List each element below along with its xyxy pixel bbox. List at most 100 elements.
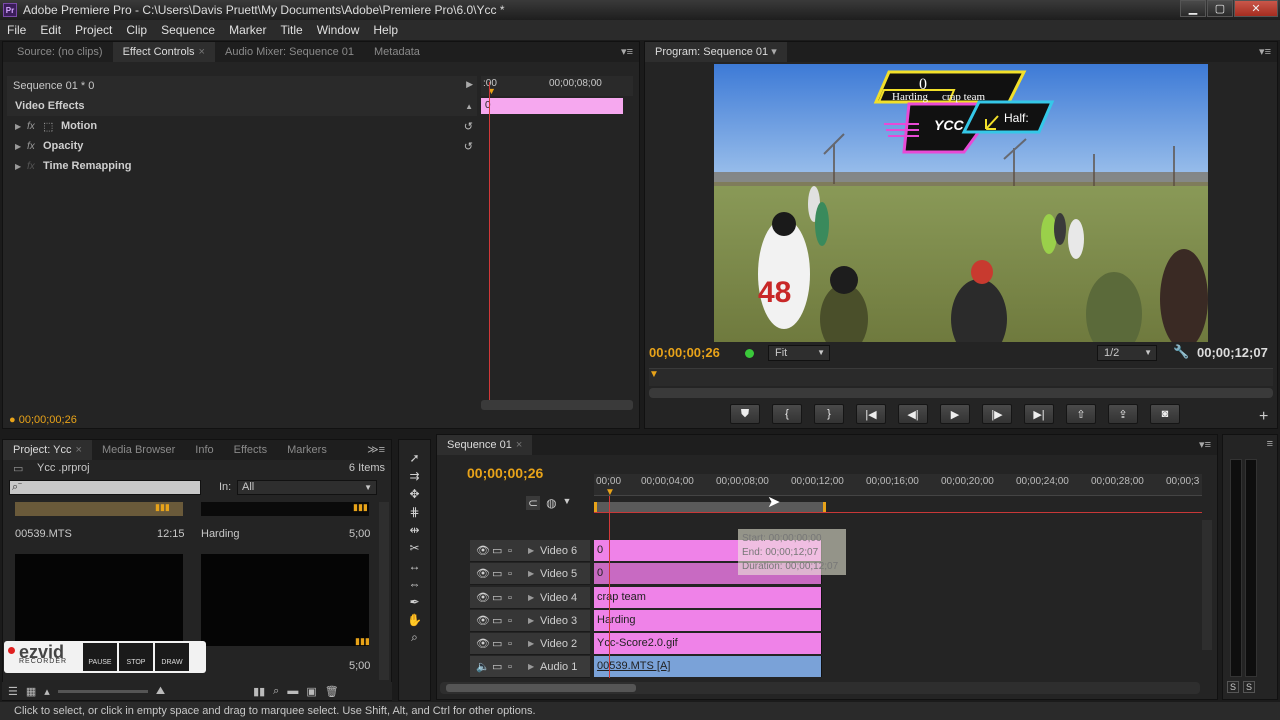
tab-program[interactable]: Program: Sequence 01 ▾ [645, 42, 787, 62]
solo-right-button[interactable]: S [1243, 681, 1256, 693]
zoom-tool-icon[interactable]: ⌕ [406, 629, 424, 646]
timeline-hscroll[interactable] [440, 682, 1200, 694]
tab-source[interactable]: Source: (no clips) [3, 42, 113, 62]
expand-icon[interactable]: ▶ [15, 122, 27, 131]
add-marker-icon[interactable]: ▼ [563, 496, 572, 510]
pen-tool-icon[interactable]: ✒ [406, 593, 424, 610]
track-audio-1[interactable]: 🔈 ▭ ▫ ▶ Audio 1 [470, 656, 590, 678]
program-timecode-current[interactable]: 00;00;00;26 [649, 345, 720, 360]
thumbnail-item4[interactable] [201, 554, 369, 646]
expand-icon[interactable]: ▶ [528, 662, 540, 671]
rolling-edit-tool-icon[interactable]: ⋕ [406, 503, 424, 520]
eye-icon[interactable]: 👁 [476, 614, 492, 627]
menu-sequence[interactable]: Sequence [154, 23, 222, 37]
track-video-4[interactable]: 👁 ▭ ▫ ▶ Video 4 [470, 587, 590, 609]
automate-icon[interactable]: ▮▮ [253, 685, 265, 698]
step-back-button[interactable]: ◀| [898, 404, 928, 424]
draw-button[interactable]: DRAW [155, 643, 189, 671]
search-input[interactable]: ⌕⁻ [9, 480, 201, 495]
slide-tool-icon[interactable]: ⇔ [406, 575, 424, 592]
expand-icon[interactable]: ▶ [528, 546, 540, 555]
add-marker-button[interactable]: ⛊ [730, 404, 760, 424]
fx-icon[interactable]: fx [27, 141, 43, 152]
menu-marker[interactable]: Marker [222, 23, 273, 37]
tab-project[interactable]: Project: Ycc × [3, 440, 92, 460]
tab-effect-controls[interactable]: Effect Controls × [112, 42, 215, 62]
menu-title[interactable]: Title [273, 23, 309, 37]
fit-dropdown[interactable]: Fit ▼ [768, 345, 830, 361]
lift-button[interactable]: ⇧ [1066, 404, 1096, 424]
lock-icon[interactable]: ▫ [508, 545, 528, 557]
play-button[interactable]: ▶ [940, 404, 970, 424]
timeline-vscroll[interactable] [1202, 520, 1212, 650]
project-scrollbar[interactable] [379, 502, 389, 680]
lock-icon[interactable]: ▫ [508, 638, 528, 650]
ripple-edit-tool-icon[interactable]: ✥ [406, 485, 424, 502]
go-to-out-button[interactable]: ▶| [1024, 404, 1054, 424]
expand-icon[interactable]: ▶ [528, 593, 540, 602]
program-zoom-bar[interactable] [649, 388, 1273, 398]
find-icon[interactable]: ⌕ [273, 685, 279, 698]
play-arrow-icon[interactable]: ▶ [466, 79, 473, 90]
clip-video-4[interactable]: crap team [594, 587, 822, 608]
film-icon[interactable]: ▭ [492, 614, 508, 627]
clip-video-2[interactable]: Ycc-Score2.0.gif [594, 633, 822, 654]
tab-sequence-01[interactable]: Sequence 01 × [437, 435, 533, 455]
panel-menu-icon[interactable]: ▾≡ [621, 45, 633, 58]
film-icon[interactable]: ▭ [492, 660, 508, 673]
step-forward-button[interactable]: |▶ [982, 404, 1012, 424]
resolution-dropdown[interactable]: 1/2 ▼ [1097, 345, 1157, 361]
new-bin-icon[interactable]: ▬ [287, 685, 298, 697]
selection-tool-icon[interactable]: ➚ [406, 449, 424, 466]
track-video-3[interactable]: 👁 ▭ ▫ ▶ Video 3 [470, 610, 590, 632]
fx-icon[interactable]: fx [27, 121, 43, 132]
effect-scrollbar[interactable] [481, 400, 633, 410]
transform-icon[interactable]: ⬚ [43, 120, 61, 133]
effect-time-remapping[interactable]: ▶ fx Time Remapping [7, 156, 477, 176]
expand-icon[interactable]: ▶ [528, 639, 540, 648]
panel-menu-icon[interactable]: ≫≡ [367, 443, 385, 456]
menu-file[interactable]: File [0, 23, 33, 37]
playhead-icon[interactable]: ▼ [649, 369, 659, 380]
menu-window[interactable]: Window [310, 23, 367, 37]
razor-tool-icon[interactable]: ✂ [406, 539, 424, 556]
reset-icon[interactable]: ↺ [464, 140, 473, 153]
hand-tool-icon[interactable]: ✋ [406, 611, 424, 628]
tab-metadata[interactable]: Metadata [364, 42, 430, 62]
solo-left-button[interactable]: S [1227, 681, 1240, 693]
wrench-icon[interactable]: 🔧 [1173, 344, 1189, 360]
extract-button[interactable]: ⇪ [1108, 404, 1138, 424]
add-button-icon[interactable]: + [1259, 408, 1268, 426]
stop-button[interactable]: STOP [119, 643, 153, 671]
in-filter-dropdown[interactable]: All ▼ [237, 480, 377, 495]
eye-icon[interactable]: 👁 [476, 544, 492, 557]
clip-audio-1[interactable]: 00539.MTS [A] [594, 656, 822, 677]
menu-edit[interactable]: Edit [33, 23, 68, 37]
track-video-6[interactable]: 👁 ▭ ▫ ▶ Video 6 [470, 540, 590, 562]
timeline-timecode[interactable]: 00;00;00;26 [467, 465, 543, 481]
go-to-in-button[interactable]: |◀ [856, 404, 886, 424]
rate-stretch-tool-icon[interactable]: ⇹ [406, 521, 424, 538]
tab-markers[interactable]: Markers [277, 440, 337, 460]
tab-media-browser[interactable]: Media Browser [92, 440, 185, 460]
track-video-2[interactable]: 👁 ▭ ▫ ▶ Video 2 [470, 633, 590, 655]
eye-icon[interactable]: 👁 [476, 567, 492, 580]
collapse-icon[interactable]: ▲ [465, 102, 473, 111]
tab-info[interactable]: Info [185, 440, 223, 460]
program-scrub-bar[interactable]: ▼ [649, 368, 1273, 386]
speaker-icon[interactable]: 🔈 [476, 660, 492, 673]
work-area-bar[interactable] [594, 502, 826, 512]
expand-icon[interactable]: ▶ [528, 569, 540, 578]
reset-icon[interactable]: ↺ [464, 120, 473, 133]
zoom-out-icon[interactable]: ▴ [44, 685, 50, 698]
expand-icon[interactable]: ▶ [528, 616, 540, 625]
lock-icon[interactable]: ▫ [508, 568, 528, 580]
clip-video-3[interactable]: Harding [594, 610, 822, 631]
panel-menu-icon[interactable]: ▾≡ [1199, 438, 1211, 451]
menu-help[interactable]: Help [366, 23, 405, 37]
lock-icon[interactable]: ▫ [508, 661, 528, 673]
zoom-in-icon[interactable]: ⛰ [156, 685, 165, 698]
film-icon[interactable]: ▭ [492, 637, 508, 650]
eye-icon[interactable]: 👁 [476, 591, 492, 604]
menu-project[interactable]: Project [68, 23, 119, 37]
